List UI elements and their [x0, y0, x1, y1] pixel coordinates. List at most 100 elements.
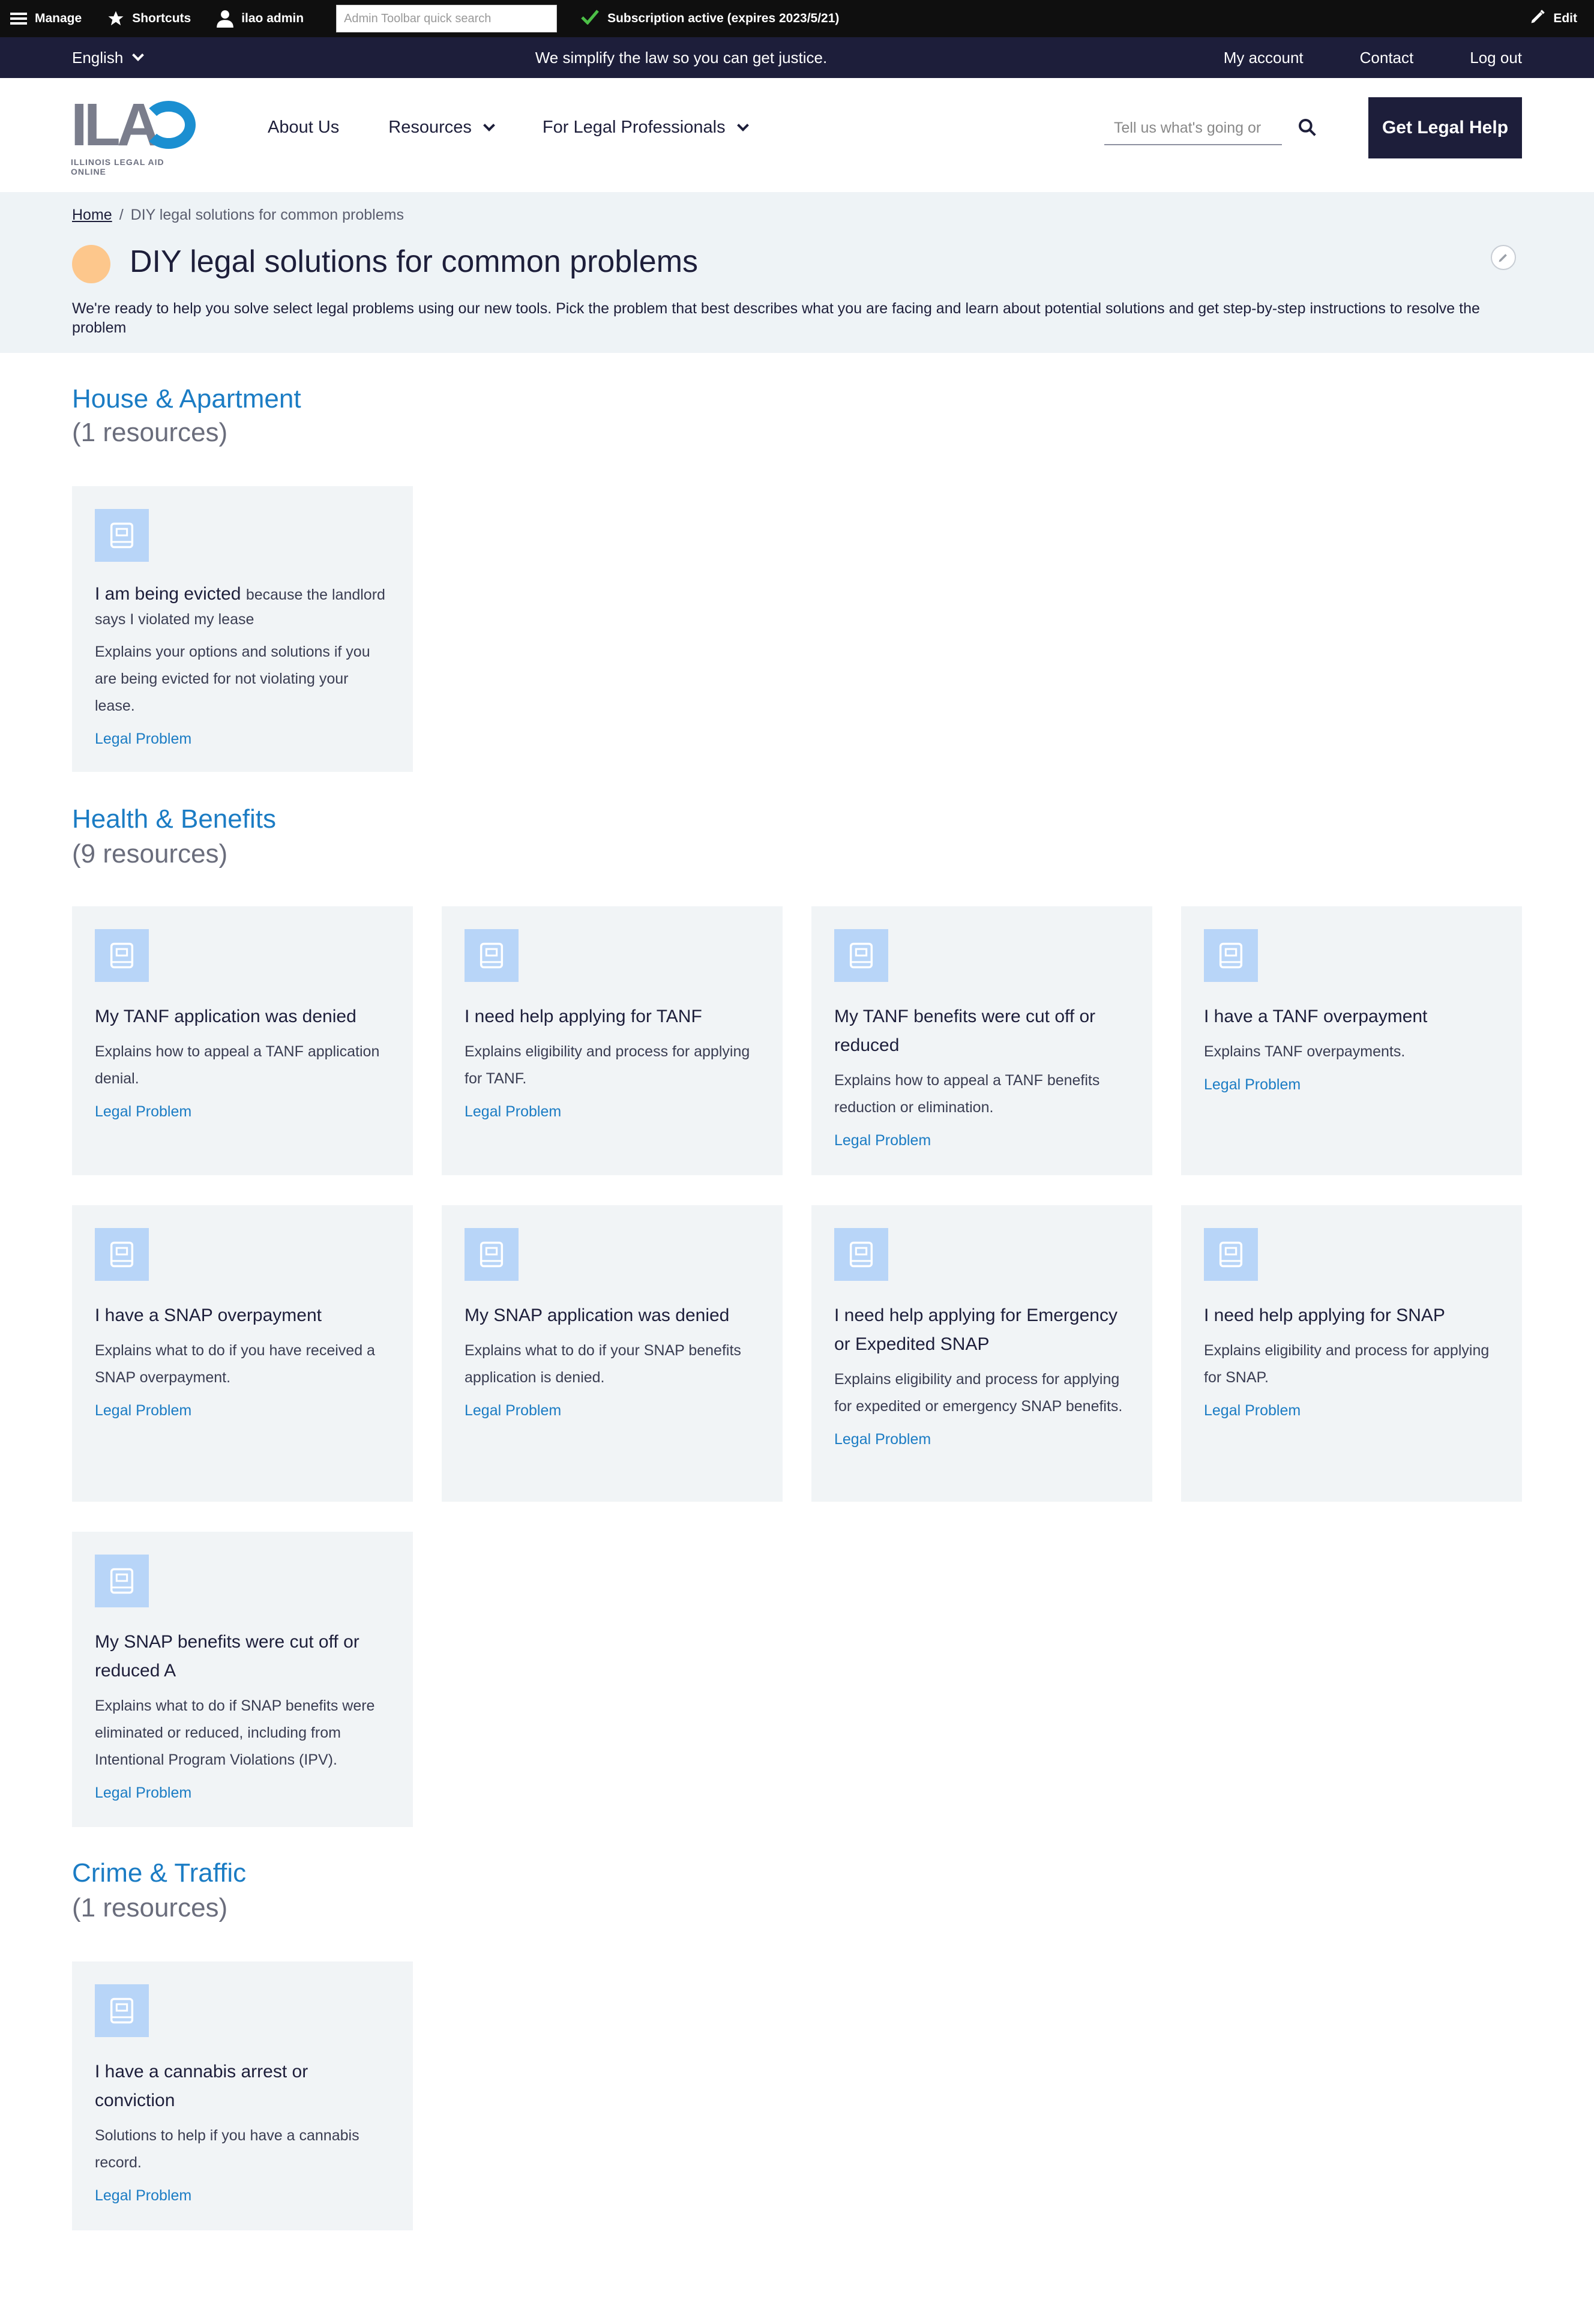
card-link[interactable]: Legal Problem [95, 2187, 390, 2205]
resource-card[interactable]: My SNAP benefits were cut off or reduced… [72, 1532, 413, 1827]
card-description: Explains what to do if SNAP benefits wer… [95, 1697, 375, 1768]
resource-card[interactable]: My SNAP application was denied Explains … [442, 1205, 783, 1502]
card-title: I have a cannabis arrest or conviction [95, 2062, 308, 2110]
admin-toolbar: Manage Shortcuts ilao admin Admin Toolba… [0, 0, 1594, 37]
section-count-crime: (1 resources) [72, 1893, 228, 1922]
resource-card[interactable]: I am being evicted because the landlord … [72, 486, 413, 772]
card-description: Explains eligibility and process for app… [834, 1371, 1123, 1415]
section-title-crime[interactable]: Crime & Traffic [72, 1858, 246, 1888]
card-title: I have a TANF overpayment [1204, 1007, 1428, 1026]
admin-manage-label: Manage [35, 11, 82, 25]
section-title-house[interactable]: House & Apartment [72, 384, 301, 414]
resource-card[interactable]: I have a SNAP overpayment Explains what … [72, 1205, 413, 1502]
title-dot [72, 245, 110, 283]
edit-pencil-icon[interactable] [1491, 245, 1516, 270]
card-link[interactable]: Legal Problem [1204, 1402, 1499, 1419]
nav-legal-professionals[interactable]: For Legal Professionals [542, 118, 749, 137]
logo-subtitle: ILLINOIS LEGAL AID ONLINE [71, 157, 164, 176]
card-title: My TANF benefits were cut off or reduced [834, 1007, 1096, 1055]
site-search-input[interactable]: Tell us what's going or [1104, 112, 1282, 145]
user-icon [216, 10, 234, 28]
card-description: Explains how to appeal a TANF benefits r… [834, 1072, 1100, 1116]
nav-legal-professionals-label: For Legal Professionals [542, 118, 726, 137]
site-header: ILA ILLINOIS LEGAL AID ONLINE About Us R… [0, 78, 1594, 192]
page-hero: Home / DIY legal solutions for common pr… [0, 192, 1594, 353]
book-icon [834, 929, 888, 982]
admin-shortcuts[interactable]: Shortcuts [107, 0, 191, 37]
card-link[interactable]: Legal Problem [465, 1103, 760, 1121]
resource-card[interactable]: I have a cannabis arrest or conviction S… [72, 1961, 413, 2230]
breadcrumb-separator: / [119, 206, 124, 223]
resource-card[interactable]: I need help applying for SNAP Explains e… [1181, 1205, 1522, 1502]
admin-search-input[interactable]: Admin Toolbar quick search [336, 5, 558, 32]
admin-shortcuts-label: Shortcuts [132, 11, 191, 25]
resource-card[interactable]: My TANF application was denied Explains … [72, 906, 413, 1175]
resource-card[interactable]: I have a TANF overpayment Explains TANF … [1181, 906, 1522, 1175]
card-title: My TANF application was denied [95, 1007, 356, 1026]
resource-card[interactable]: My TANF benefits were cut off or reduced… [811, 906, 1152, 1175]
card-link[interactable]: Legal Problem [95, 1784, 390, 1802]
section-title-health[interactable]: Health & Benefits [72, 804, 276, 834]
card-title: My SNAP benefits were cut off or reduced… [95, 1632, 359, 1681]
subscription-label: Subscription active (expires 2023/5/21) [607, 11, 840, 25]
nav-resources-label: Resources [388, 118, 472, 137]
admin-edit-label: Edit [1553, 11, 1577, 25]
hamburger-icon [10, 10, 28, 28]
nav-resources[interactable]: Resources [388, 118, 495, 137]
card-link[interactable]: Legal Problem [95, 1103, 390, 1121]
check-icon [581, 9, 599, 28]
admin-user[interactable]: ilao admin [216, 0, 304, 37]
breadcrumb: Home / DIY legal solutions for common pr… [72, 206, 404, 224]
book-icon [1204, 929, 1258, 982]
card-link[interactable]: Legal Problem [95, 1402, 390, 1419]
book-icon [465, 929, 519, 982]
card-link[interactable]: Legal Problem [1204, 1076, 1499, 1094]
card-link[interactable]: Legal Problem [95, 730, 390, 748]
search-icon[interactable] [1298, 118, 1319, 139]
chevron-down-icon [483, 119, 495, 131]
book-icon [95, 1228, 149, 1281]
card-description: Explains TANF overpayments. [1204, 1043, 1406, 1060]
logo-ring [142, 101, 196, 149]
book-icon [95, 1984, 149, 2037]
admin-user-label: ilao admin [241, 11, 304, 25]
utility-links: My account Contact Log out [1224, 37, 1522, 78]
admin-edit[interactable]: Edit [1529, 0, 1577, 37]
section-count-house: (1 resources) [72, 418, 228, 447]
card-title: I am being evicted because the landlord … [95, 582, 390, 631]
card-title: I have a SNAP overpayment [95, 1305, 322, 1325]
pencil-icon [1529, 8, 1546, 29]
main-nav: About Us Resources For Legal Professiona… [268, 78, 749, 177]
log-out-link[interactable]: Log out [1470, 49, 1522, 67]
card-link[interactable]: Legal Problem [834, 1132, 1129, 1149]
breadcrumb-current: DIY legal solutions for common problems [130, 206, 404, 223]
card-description: Explains how to appeal a TANF applicatio… [95, 1043, 380, 1087]
card-description: Explains what to do if you have received… [95, 1342, 375, 1386]
star-icon [107, 10, 125, 28]
card-title: I need help applying for Emergency or Ex… [834, 1305, 1117, 1354]
card-description: Solutions to help if you have a cannabis… [95, 2127, 359, 2171]
card-link[interactable]: Legal Problem [834, 1431, 1129, 1448]
subscription-status: Subscription active (expires 2023/5/21) [581, 9, 839, 28]
card-description: Explains your options and solutions if y… [95, 643, 370, 714]
my-account-link[interactable]: My account [1224, 49, 1304, 67]
nav-about-us[interactable]: About Us [268, 118, 339, 137]
section-count-health: (9 resources) [72, 839, 228, 868]
card-description: Explains what to do if your SNAP benefit… [465, 1342, 741, 1386]
book-icon [95, 1555, 149, 1607]
book-icon [465, 1228, 519, 1281]
card-link[interactable]: Legal Problem [465, 1402, 760, 1419]
resource-card[interactable]: I need help applying for Emergency or Ex… [811, 1205, 1152, 1502]
site-logo[interactable]: ILA ILLINOIS LEGAL AID ONLINE [71, 95, 197, 176]
resource-card[interactable]: I need help applying for TANF Explains e… [442, 906, 783, 1175]
card-title: My SNAP application was denied [465, 1305, 730, 1325]
card-title: I need help applying for TANF [465, 1007, 702, 1026]
card-title-main: I am being evicted [95, 584, 241, 604]
breadcrumb-home[interactable]: Home [72, 206, 112, 224]
book-icon [95, 929, 149, 982]
book-icon [1204, 1228, 1258, 1281]
book-icon [834, 1228, 888, 1281]
admin-manage[interactable]: Manage [10, 0, 82, 37]
contact-link[interactable]: Contact [1360, 49, 1414, 67]
get-legal-help-button[interactable]: Get Legal Help [1368, 97, 1522, 158]
